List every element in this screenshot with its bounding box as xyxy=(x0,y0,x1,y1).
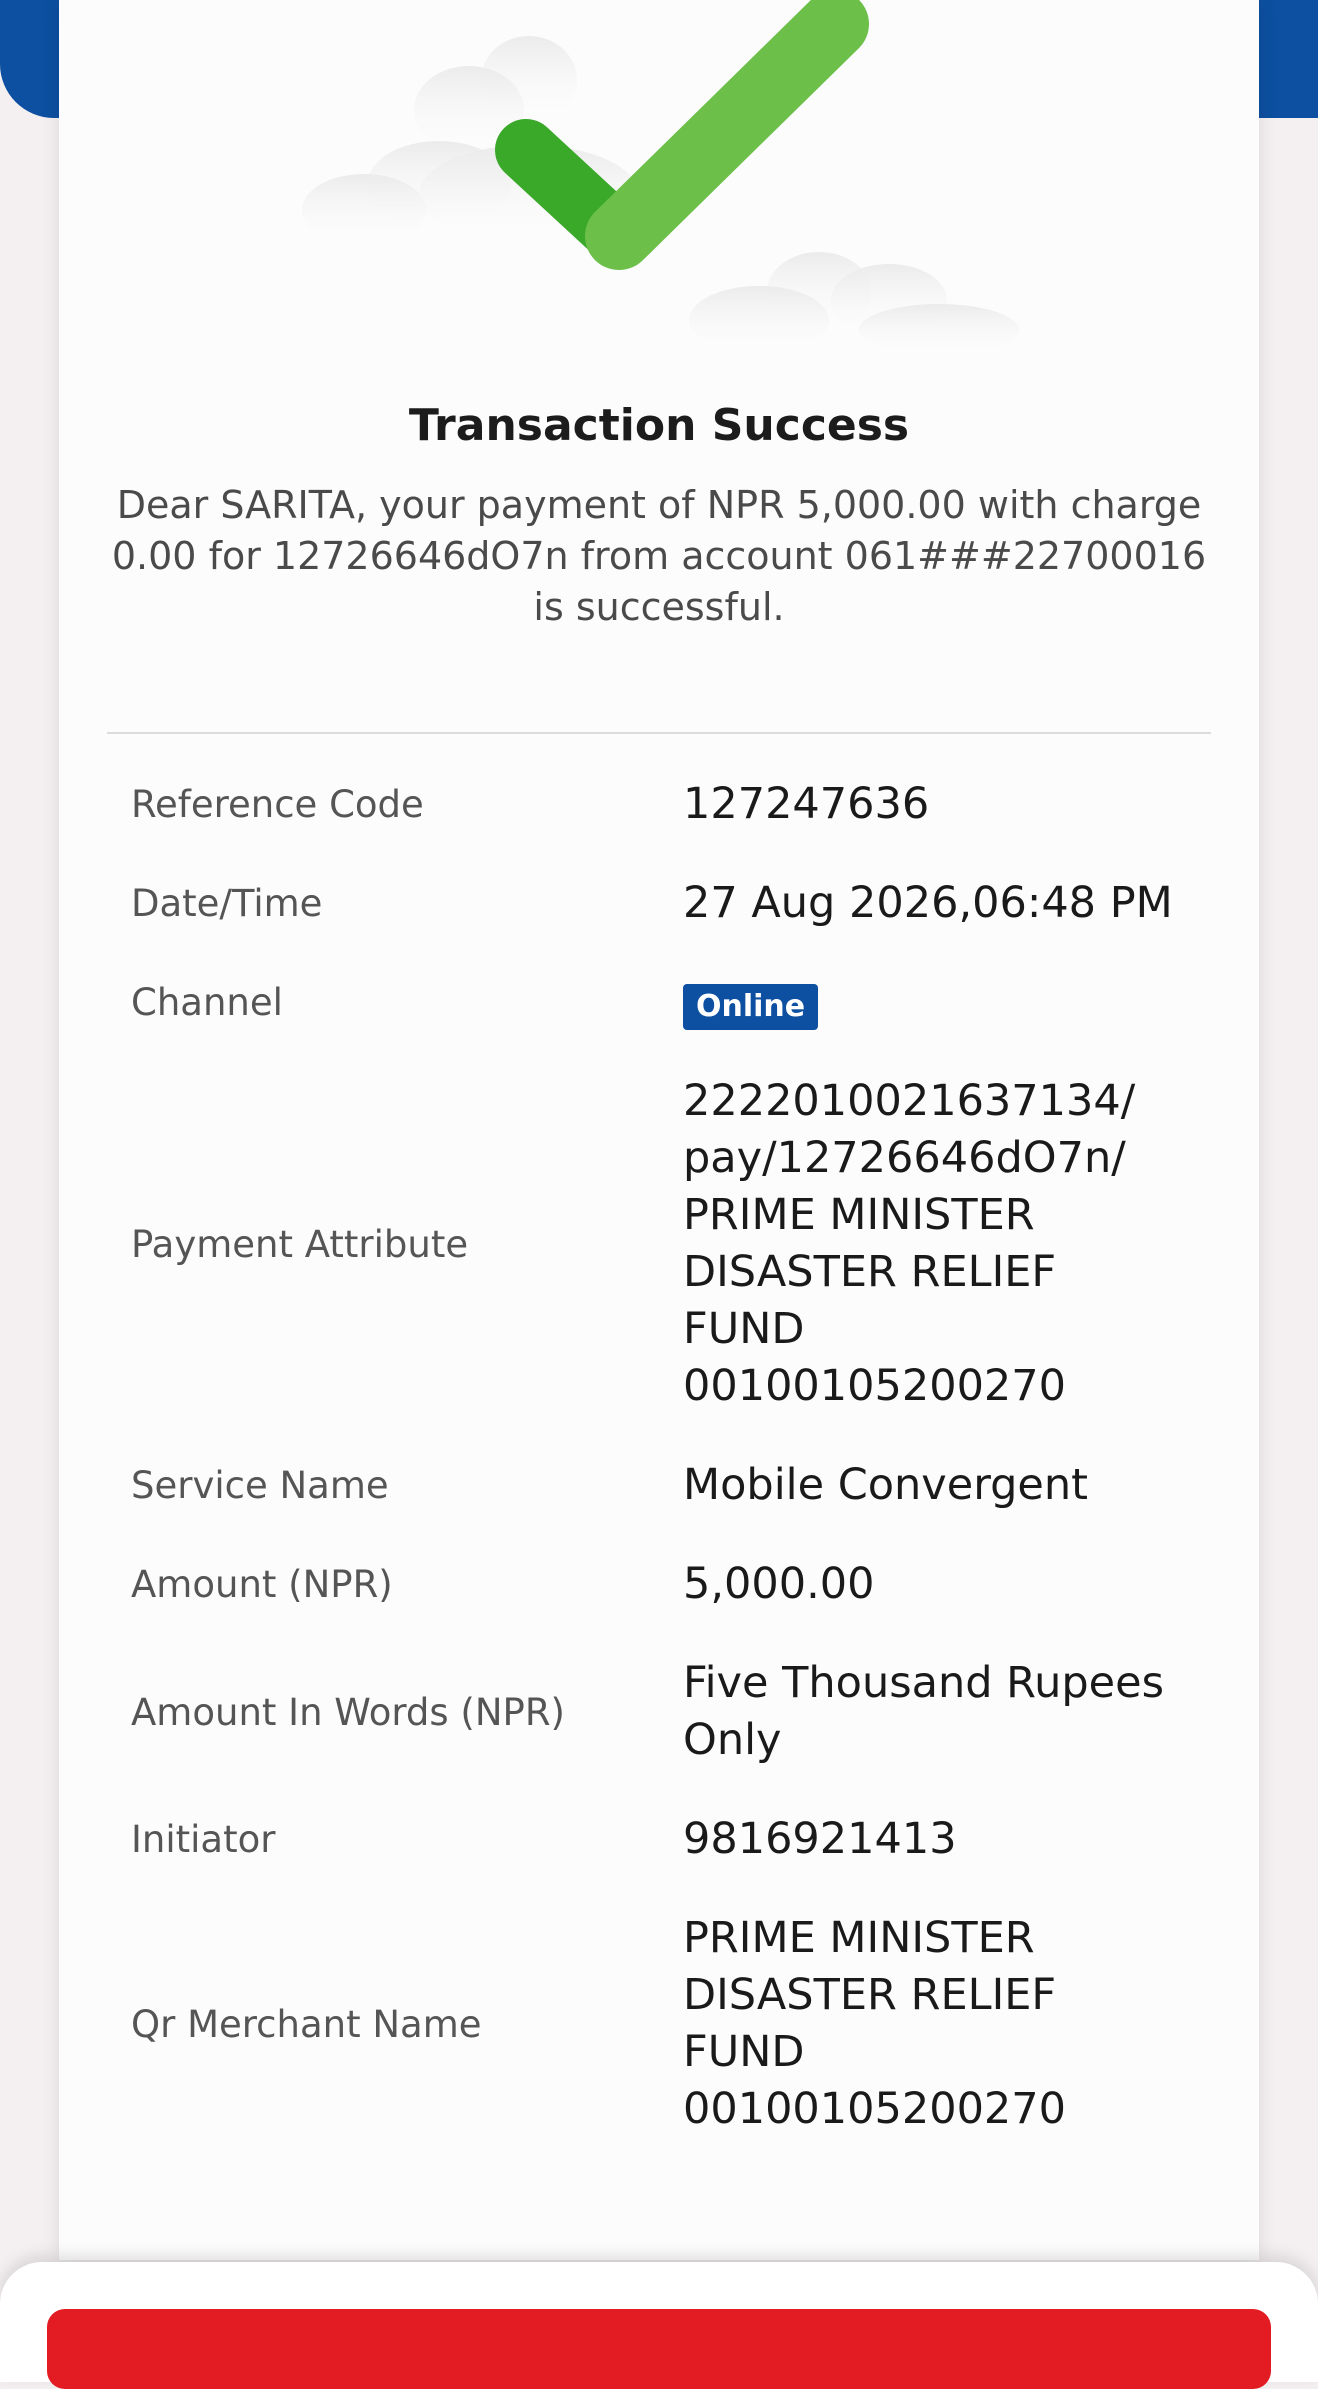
divider xyxy=(107,732,1211,734)
detail-label: Qr Merchant Name xyxy=(131,2002,482,2046)
detail-label: Date/Time xyxy=(131,882,323,925)
detail-value: 27 Aug 2026,06:48 PM xyxy=(683,878,1173,928)
detail-value: 2222010021637134/ pay/12726646dO7n/ PRIM… xyxy=(683,1076,1136,1411)
detail-value: Five Thousand Rupees Only xyxy=(683,1658,1164,1765)
detail-label: Amount In Words (NPR) xyxy=(131,1690,565,1734)
channel-badge: Online xyxy=(683,984,819,1030)
page-title: Transaction Success xyxy=(408,400,910,451)
detail-row-amount-in-words: Amount In Words (NPR) Five Thousand Rupe… xyxy=(131,1655,1211,1769)
detail-label: Service Name xyxy=(131,1464,389,1507)
detail-label: Channel xyxy=(131,981,283,1024)
detail-label: Reference Code xyxy=(131,783,424,826)
details-list: Reference Code 127247636 Date/Time 27 Au… xyxy=(131,776,1211,2180)
detail-label: Amount (NPR) xyxy=(131,1563,393,1606)
detail-row-initiator: Initiator 9816921413 xyxy=(131,1811,1211,1868)
checkmark-icon xyxy=(495,0,869,270)
detail-value: Mobile Convergent xyxy=(683,1460,1088,1510)
detail-value: Online xyxy=(683,974,1211,1031)
success-message: Dear SARITA, your payment of NPR 5,000.0… xyxy=(111,483,1207,629)
detail-value: 127247636 xyxy=(683,779,930,829)
success-illustration xyxy=(302,0,1019,356)
receipt-card: Transaction Success Dear SARITA, your pa… xyxy=(59,0,1259,2260)
primary-action-button[interactable] xyxy=(47,2309,1271,2389)
detail-row-reference-code: Reference Code 127247636 xyxy=(131,776,1211,833)
detail-row-amount: Amount (NPR) 5,000.00 xyxy=(131,1556,1211,1613)
detail-row-service-name: Service Name Mobile Convergent xyxy=(131,1457,1211,1514)
detail-value: PRIME MINISTER DISASTER RELIEF FUND 0010… xyxy=(683,1913,1067,2134)
detail-row-channel: Channel Online xyxy=(131,974,1211,1031)
detail-label: Initiator xyxy=(131,1818,276,1861)
detail-row-date-time: Date/Time 27 Aug 2026,06:48 PM xyxy=(131,875,1211,932)
detail-value: 5,000.00 xyxy=(683,1559,875,1609)
detail-row-qr-merchant-name: Qr Merchant Name PRIME MINISTER DISASTER… xyxy=(131,1910,1211,2138)
detail-label: Payment Attribute xyxy=(131,1222,469,1266)
detail-value: 9816921413 xyxy=(683,1814,957,1864)
detail-row-payment-attribute: Payment Attribute 2222010021637134/ pay/… xyxy=(131,1073,1211,1415)
